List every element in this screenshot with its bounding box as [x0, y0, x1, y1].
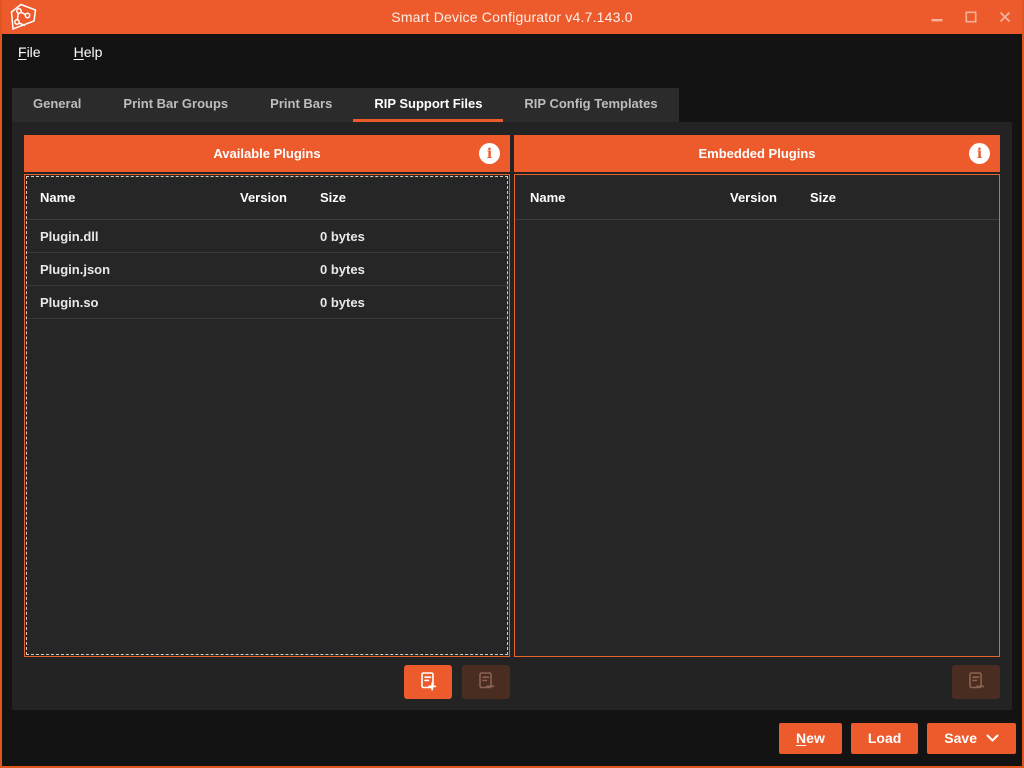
cell-name: Plugin.dll: [40, 229, 240, 244]
chevron-down-icon: [986, 730, 999, 746]
tab-strip-wrap: General Print Bar Groups Print Bars RIP …: [12, 88, 1022, 122]
titlebar: Smart Device Configurator v4.7.143.0: [2, 0, 1022, 34]
column-name: Name: [530, 190, 730, 205]
cell-name: Plugin.json: [40, 262, 240, 277]
embedded-plugins-actions: [514, 665, 1000, 699]
column-size: Size: [320, 190, 494, 205]
table-row[interactable]: Plugin.so 0 bytes: [25, 286, 509, 319]
panel-actions-row: [24, 665, 1000, 699]
file-plus-icon: [417, 670, 439, 695]
tab-rip-config-templates[interactable]: RIP Config Templates: [503, 88, 678, 122]
window-title: Smart Device Configurator v4.7.143.0: [2, 9, 1022, 25]
available-plugins-header: Available Plugins i: [24, 135, 510, 172]
info-icon[interactable]: i: [479, 143, 500, 164]
table-header-row: Name Version Size: [515, 175, 999, 220]
app-window: Smart Device Configurator v4.7.143.0 Fil…: [0, 0, 1024, 768]
column-version: Version: [240, 190, 320, 205]
available-plugins-table[interactable]: Name Version Size Plugin.dll 0 bytes Plu…: [24, 174, 510, 657]
file-minus-icon: [475, 670, 497, 695]
save-button[interactable]: Save: [927, 723, 1016, 754]
new-button[interactable]: New: [779, 723, 842, 754]
menu-file[interactable]: File: [18, 44, 41, 60]
cell-size: 0 bytes: [320, 295, 494, 310]
footer-bar: New Load Save: [2, 710, 1022, 766]
menu-help[interactable]: Help: [74, 44, 103, 60]
file-minus-icon: [965, 670, 987, 695]
rip-support-files-page: Available Plugins i Name Version Size Pl…: [12, 122, 1012, 710]
cell-name: Plugin.so: [40, 295, 240, 310]
load-button[interactable]: Load: [851, 723, 918, 754]
available-plugins-panel: Available Plugins i Name Version Size Pl…: [24, 135, 510, 657]
tab-rip-support-files[interactable]: RIP Support Files: [353, 88, 503, 122]
column-size: Size: [810, 190, 984, 205]
cell-size: 0 bytes: [320, 229, 494, 244]
available-plugins-actions: [24, 665, 510, 699]
embedded-plugins-header: Embedded Plugins i: [514, 135, 1000, 172]
tab-print-bars[interactable]: Print Bars: [249, 88, 353, 122]
info-icon[interactable]: i: [969, 143, 990, 164]
remove-embedded-plugin-button[interactable]: [952, 665, 1000, 699]
table-row[interactable]: Plugin.dll 0 bytes: [25, 220, 509, 253]
remove-plugin-button[interactable]: [462, 665, 510, 699]
tab-general[interactable]: General: [12, 88, 102, 122]
panel-title: Embedded Plugins: [698, 146, 815, 161]
plugin-panels: Available Plugins i Name Version Size Pl…: [24, 135, 1000, 657]
add-plugin-button[interactable]: [404, 665, 452, 699]
menu-bar: File Help: [2, 34, 1022, 70]
embedded-plugins-table[interactable]: Name Version Size: [514, 174, 1000, 657]
embedded-plugins-panel: Embedded Plugins i Name Version Size: [514, 135, 1000, 657]
table-header-row: Name Version Size: [25, 175, 509, 220]
tab-print-bar-groups[interactable]: Print Bar Groups: [102, 88, 249, 122]
table-row[interactable]: Plugin.json 0 bytes: [25, 253, 509, 286]
column-version: Version: [730, 190, 810, 205]
tab-strip: General Print Bar Groups Print Bars RIP …: [12, 88, 679, 122]
cell-size: 0 bytes: [320, 262, 494, 277]
panel-title: Available Plugins: [213, 146, 320, 161]
column-name: Name: [40, 190, 240, 205]
